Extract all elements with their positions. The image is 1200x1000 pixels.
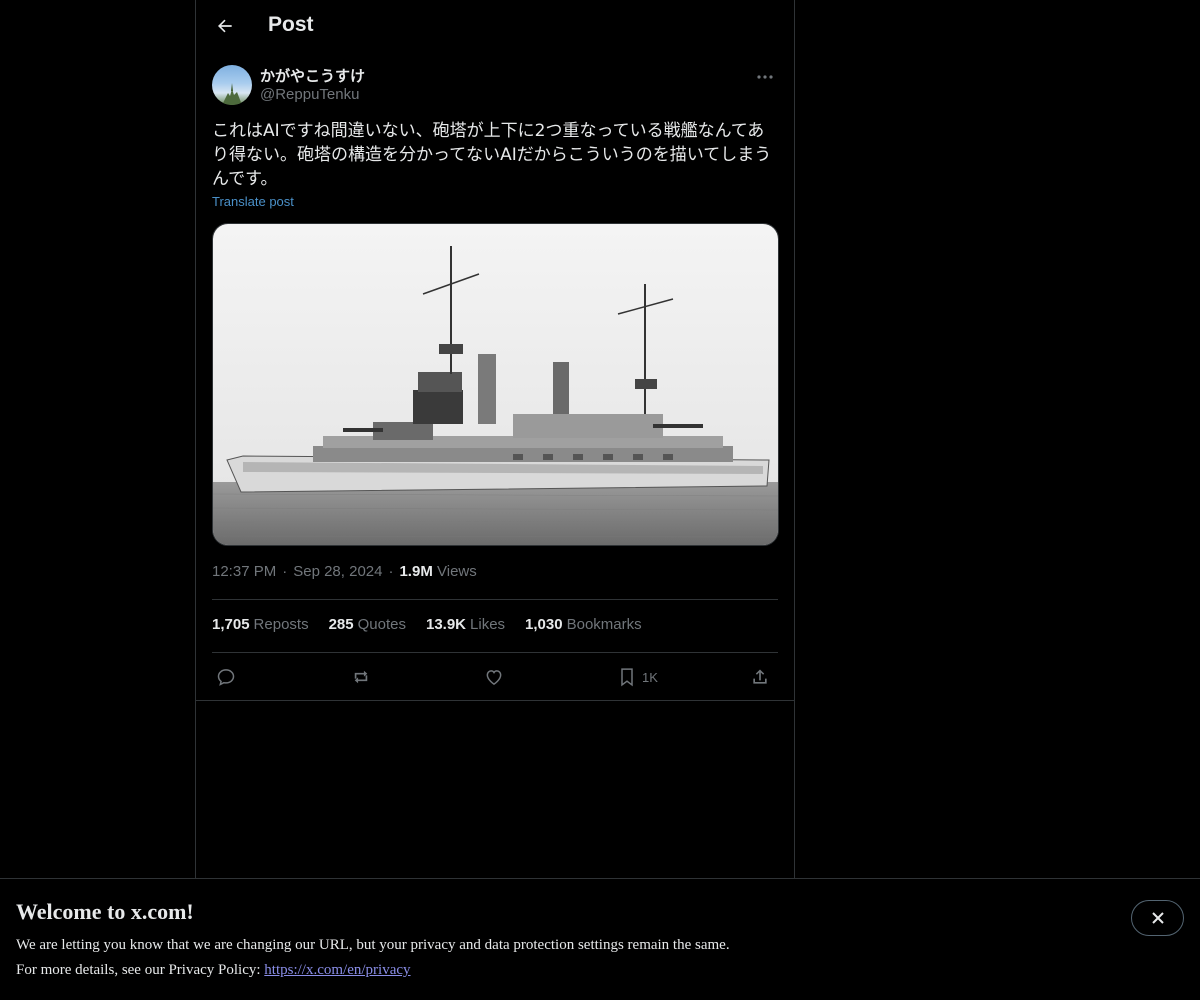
back-button[interactable] [208,9,242,43]
banner-close-button[interactable] [1131,900,1184,936]
action-bar: 1K [212,663,778,691]
bookmark-count: 1K [642,669,658,685]
translate-post-link[interactable]: Translate post [212,194,294,209]
more-icon [757,75,773,79]
banner-privacy-line: For more details, see our Privacy Policy… [16,962,411,979]
share-icon [753,669,767,684]
post-text: これはAIですね間違いない、砲塔が上下に2つ重なっている戦艦なんてあり得ない。砲… [212,121,772,189]
banner-message: We are letting you know that we are chan… [16,937,730,953]
likes-count: 13.9K [425,616,467,633]
quotes-stat[interactable]: 285 Quotes [329,616,406,633]
bookmarks-label: Bookmarks [566,616,642,633]
header: Post [196,0,794,53]
avatar[interactable] [212,65,252,105]
post-date[interactable]: Sep 28, 2024 [293,563,382,580]
post-image[interactable] [212,223,779,546]
url-change-banner: Welcome to x.com! We are letting you kno… [0,878,1200,1000]
primary-column: Post かがやこうすけ @ReppuTenku これはAIですね間違いない、砲… [195,0,795,878]
close-icon [1151,912,1164,924]
banner-privacy-prefix: For more details, see our Privacy Policy… [16,962,265,978]
repost-icon [354,670,368,684]
post-author: かがやこうすけ @ReppuTenku [212,64,778,108]
divider [212,652,778,653]
bookmark-button[interactable]: 1K [618,663,658,691]
likes-label: Likes [470,616,506,633]
privacy-policy-link[interactable]: https://x.com/en/privacy [264,962,410,978]
reposts-stat[interactable]: 1,705 Reposts [212,616,309,633]
like-button[interactable] [484,663,504,691]
views-label: Views [437,563,477,580]
arrow-left-icon [218,19,232,33]
share-button[interactable] [750,663,770,691]
post-time[interactable]: 12:37 PM [212,563,276,580]
reply-button[interactable] [216,663,236,691]
separator-dot: · [388,563,394,580]
post-meta: 12:37 PM · Sep 28, 2024 · 1.9M Views [212,563,477,580]
repost-button[interactable] [350,663,372,691]
more-options-button[interactable] [752,66,778,88]
heart-icon [486,670,502,685]
separator-dot: · [282,563,288,580]
author-display-name[interactable]: かがやこうすけ [260,65,365,86]
bookmarks-count: 1,030 [525,616,563,633]
bookmarks-stat[interactable]: 1,030 Bookmarks [525,616,642,633]
battleship-photo [213,224,778,545]
post-stats: 1,705 Reposts 285 Quotes 13.9K Likes 1,030 B… [212,616,642,633]
divider [196,700,794,701]
views-count: 1.9M [399,563,433,580]
author-handle[interactable]: @ReppuTenku [260,86,359,103]
divider [212,599,778,600]
banner-title: Welcome to x.com! [16,899,194,924]
page-title: Post [268,13,314,36]
reposts-count: 1,705 [212,616,250,633]
reposts-label: Reposts [253,616,309,633]
bookmark-icon [621,668,633,687]
likes-stat[interactable]: 13.9K Likes [426,616,505,633]
reply-icon [217,669,235,686]
quotes-count: 285 [328,616,354,633]
quotes-label: Quotes [357,616,406,633]
